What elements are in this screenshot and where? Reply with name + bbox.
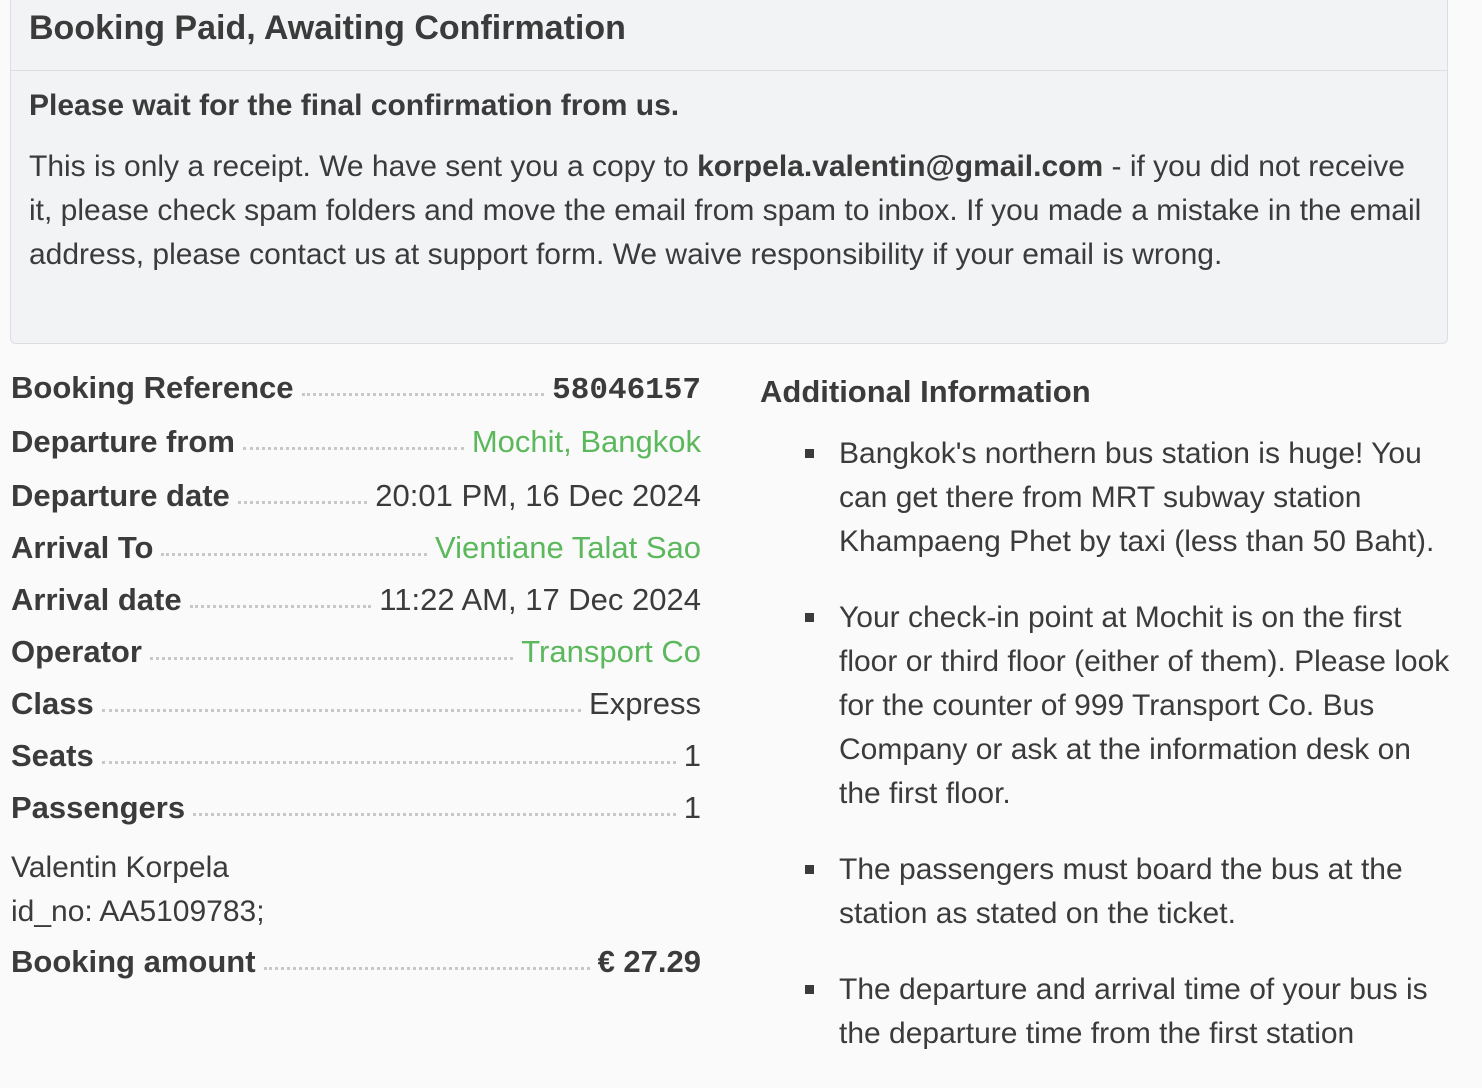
additional-info-title: Additional Information	[760, 374, 1091, 409]
dotted-leader	[101, 709, 582, 712]
seats-label: Seats	[11, 738, 94, 773]
arrival-date-label: Arrival date	[11, 582, 182, 617]
arrival-to-link[interactable]: Vientiane Talat Sao	[435, 530, 701, 566]
booking-amount-value: € 27.29	[597, 944, 701, 979]
dotted-leader	[149, 657, 514, 660]
receipt-message: This is only a receipt. We have sent you…	[29, 145, 1429, 277]
operator-label: Operator	[11, 634, 142, 669]
dotted-leader	[301, 393, 545, 396]
list-item: The passengers must board the bus at the…	[760, 848, 1460, 936]
passenger-id: id_no: AA5109783;	[11, 895, 265, 928]
dotted-leader	[161, 553, 427, 556]
confirmation-subtitle: Please wait for the final confirmation f…	[29, 89, 680, 122]
info-text: Your check-in point at Mochit is on the …	[839, 601, 1450, 810]
info-text: The passengers must board the bus at the…	[839, 853, 1403, 930]
arrival-date-value: 11:22 AM, 17 Dec 2024	[379, 582, 701, 617]
booking-details: Booking Reference 58046157 Departure fro…	[11, 370, 701, 996]
dotted-leader	[237, 501, 368, 504]
row-operator: Operator Transport Co	[11, 634, 701, 686]
passengers-label: Passengers	[11, 790, 186, 825]
dotted-leader	[193, 813, 676, 816]
info-text: The departure and arrival time of your b…	[839, 973, 1428, 1050]
departure-from-link[interactable]: Mochit, Bangkok	[472, 424, 701, 460]
square-bullet-icon	[805, 613, 814, 622]
passenger-name: Valentin Korpela	[11, 851, 229, 884]
booking-amount-label: Booking amount	[11, 944, 256, 979]
customer-email: korpela.valentin@gmail.com	[697, 150, 1104, 183]
list-item: Bangkok's northern bus station is huge! …	[760, 432, 1460, 564]
row-booking-amount: Booking amount € 27.29	[11, 944, 701, 996]
additional-info-list: Bangkok's northern bus station is huge! …	[760, 432, 1460, 1056]
dotted-leader	[101, 761, 676, 764]
booking-reference-value: 58046157	[552, 373, 701, 408]
list-item: Your check-in point at Mochit is on the …	[760, 596, 1460, 816]
row-passengers: Passengers 1	[11, 790, 701, 842]
receipt-text-start: This is only a receipt. We have sent you…	[29, 150, 698, 183]
list-item: The departure and arrival time of your b…	[760, 968, 1460, 1056]
row-arrival-date: Arrival date 11:22 AM, 17 Dec 2024	[11, 582, 701, 634]
row-departure-from: Departure from Mochit, Bangkok	[11, 424, 701, 478]
arrival-to-label: Arrival To	[11, 530, 154, 565]
operator-link[interactable]: Transport Co	[521, 634, 701, 670]
departure-date-label: Departure date	[11, 478, 230, 513]
page-title: Booking Paid, Awaiting Confirmation	[29, 9, 626, 47]
row-seats: Seats 1	[11, 738, 701, 790]
dotted-leader	[242, 447, 464, 450]
row-departure-date: Departure date 20:01 PM, 16 Dec 2024	[11, 478, 701, 530]
passengers-value: 1	[683, 790, 701, 825]
additional-information: Additional Information Bangkok's norther…	[760, 370, 1460, 1088]
departure-from-label: Departure from	[11, 424, 235, 459]
booking-status-panel: Booking Paid, Awaiting Confirmation Plea…	[10, 0, 1448, 344]
square-bullet-icon	[805, 865, 814, 874]
row-booking-reference: Booking Reference 58046157	[11, 370, 701, 416]
dotted-leader	[263, 967, 590, 970]
panel-header: Booking Paid, Awaiting Confirmation	[11, 0, 1447, 71]
class-value: Express	[589, 686, 701, 721]
square-bullet-icon	[805, 985, 814, 994]
panel-body: Please wait for the final confirmation f…	[11, 71, 1447, 277]
booking-reference-label: Booking Reference	[11, 370, 294, 405]
dotted-leader	[189, 605, 372, 608]
info-text: Bangkok's northern bus station is huge! …	[839, 437, 1435, 558]
row-arrival-to: Arrival To Vientiane Talat Sao	[11, 530, 701, 582]
square-bullet-icon	[805, 449, 814, 458]
departure-date-value: 20:01 PM, 16 Dec 2024	[375, 478, 701, 513]
class-label: Class	[11, 686, 94, 721]
seats-value: 1	[683, 738, 701, 773]
row-class: Class Express	[11, 686, 701, 738]
